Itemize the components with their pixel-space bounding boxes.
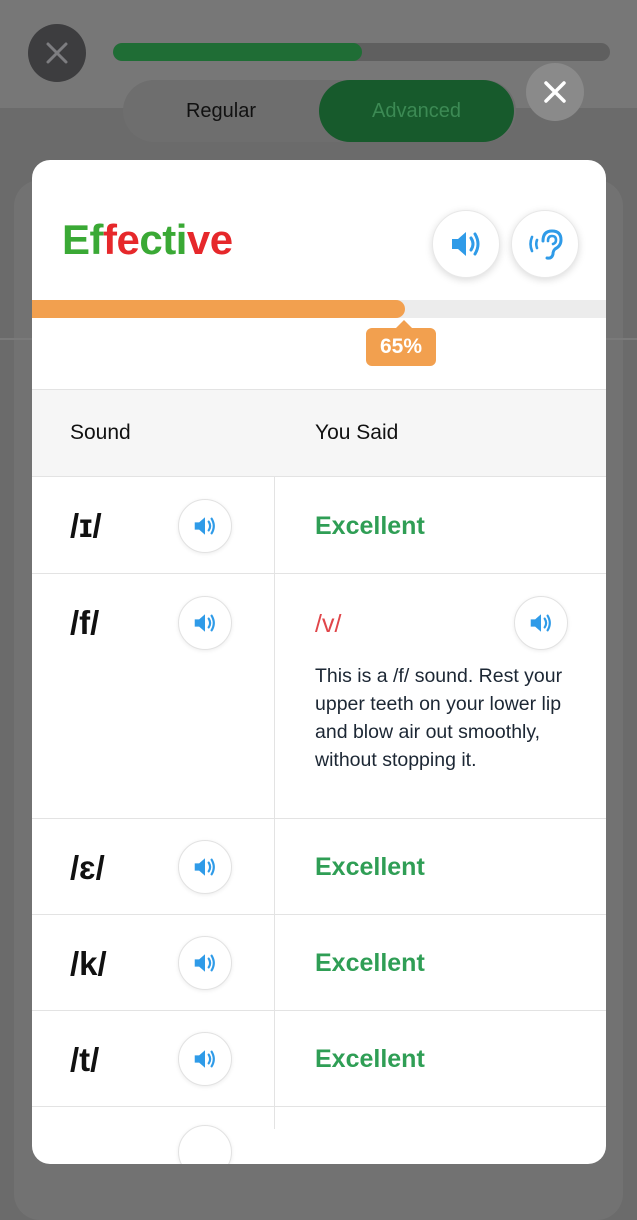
score-fill	[32, 300, 406, 318]
title-letter: e	[209, 216, 233, 263]
speaker-icon	[194, 858, 215, 876]
result-label: Excellent	[315, 512, 425, 540]
title-letter: v	[186, 216, 210, 263]
title-letter: E	[62, 216, 90, 263]
pronunciation-tip: This is a /f/ sound. Rest your upper tee…	[315, 665, 563, 771]
result-title: Effective	[62, 216, 233, 264]
speaker-icon	[452, 232, 480, 256]
exit-lesson-button[interactable]	[28, 24, 86, 82]
header-you-said: You Said	[315, 421, 399, 444]
speaker-icon	[194, 1050, 215, 1068]
play-audio-button[interactable]	[432, 210, 500, 278]
close-icon	[544, 81, 566, 103]
phoneme-play-button[interactable]	[178, 499, 232, 553]
pronunciation-result-modal: Effective 65% Sound You Said /ɪ/ Excelle…	[32, 160, 606, 1164]
said-phoneme-label: /v/	[315, 610, 342, 638]
table-header: Sound You Said	[32, 389, 606, 477]
lesson-progress-bar	[113, 43, 610, 61]
phoneme-label: /ɪ/	[70, 507, 102, 544]
phoneme-table: Sound You Said /ɪ/ Excellent /f/ /v/ Thi…	[32, 389, 606, 1164]
speaker-icon	[194, 614, 215, 632]
lesson-progress-fill	[113, 43, 362, 61]
table-row	[32, 1107, 606, 1164]
header-sound: Sound	[70, 421, 131, 444]
phoneme-play-button[interactable]	[178, 1032, 232, 1086]
speaker-icon	[530, 614, 551, 632]
mode-regular-button[interactable]: Regular	[123, 80, 319, 142]
title-letter: t	[162, 216, 176, 263]
table-row: /f/ /v/ This is a /f/ sound. Rest your u…	[32, 574, 606, 819]
title-letter: f	[103, 216, 117, 263]
said-phoneme-play-button[interactable]	[514, 596, 568, 650]
close-modal-button[interactable]	[526, 63, 584, 121]
result-label: Excellent	[315, 853, 425, 881]
speaker-icon	[194, 517, 215, 535]
phoneme-play-button[interactable]	[178, 596, 232, 650]
phoneme-label: /k/	[70, 945, 107, 982]
table-row: /k/ Excellent	[32, 915, 606, 1011]
phoneme-label: /f/	[70, 604, 100, 641]
phoneme-play-button[interactable]	[178, 840, 232, 894]
mode-toggle: Regular Advanced	[123, 80, 516, 142]
phoneme-label: /ɛ/	[70, 849, 105, 886]
mode-advanced-button[interactable]: Advanced	[319, 80, 514, 142]
close-icon	[46, 42, 68, 64]
speaker-icon	[194, 954, 215, 972]
table-row: /ɛ/ Excellent	[32, 819, 606, 915]
result-label: Excellent	[315, 1045, 425, 1073]
ear-listen-icon	[529, 229, 563, 260]
phoneme-play-button[interactable]	[178, 936, 232, 990]
title-letter: f	[89, 216, 104, 263]
phoneme-play-button[interactable]	[178, 1125, 232, 1164]
title-letter: e	[116, 216, 140, 263]
title-letter: i	[175, 216, 188, 263]
phoneme-label: /t/	[70, 1041, 100, 1078]
play-my-recording-button[interactable]	[511, 210, 579, 278]
title-letter: c	[139, 216, 163, 263]
table-row: /t/ Excellent	[32, 1011, 606, 1107]
score-bar	[32, 300, 606, 318]
score-percent-badge: 65%	[366, 320, 436, 366]
result-label: Excellent	[315, 949, 425, 977]
table-row: /ɪ/ Excellent	[32, 477, 606, 574]
